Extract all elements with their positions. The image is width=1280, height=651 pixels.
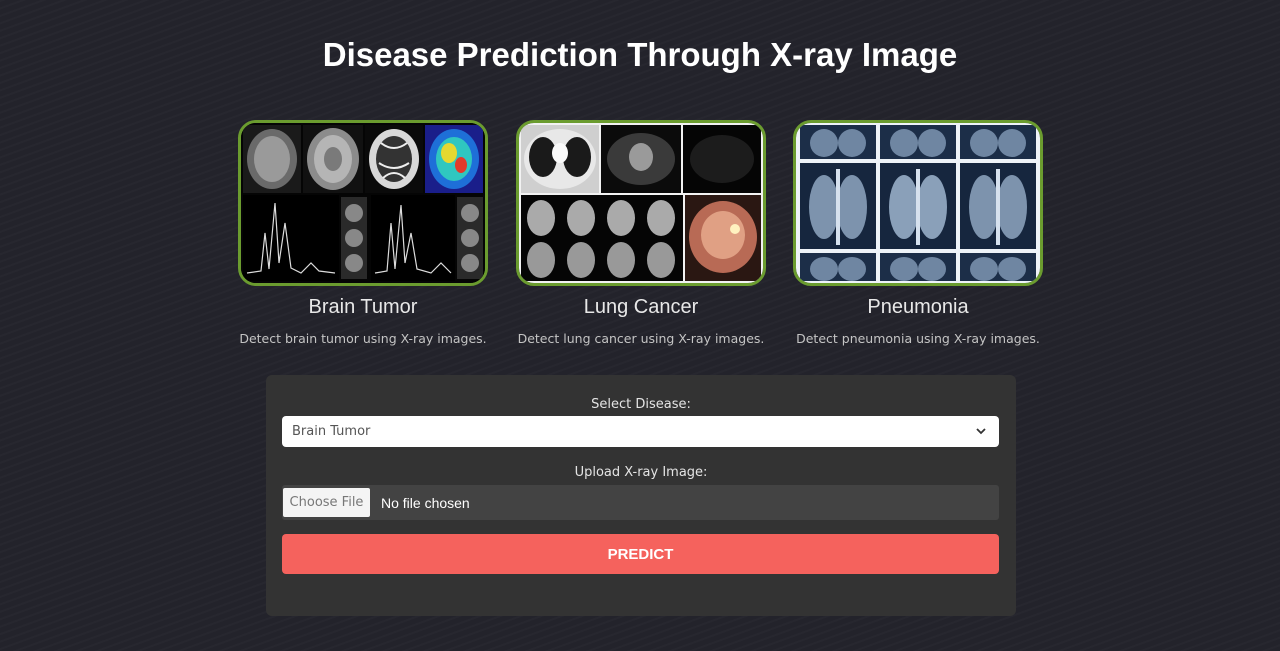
lung-cancer-image bbox=[516, 120, 766, 286]
card-description: Detect lung cancer using X-ray images. bbox=[517, 331, 765, 346]
brain-tumor-image bbox=[238, 120, 488, 286]
chevron-down-icon bbox=[975, 425, 987, 441]
predict-button[interactable]: PREDICT bbox=[282, 534, 999, 574]
card-description: Detect pneumonia using X-ray images. bbox=[796, 331, 1040, 346]
upload-image-label: Upload X-ray Image: bbox=[574, 465, 708, 480]
card-title: Pneumonia bbox=[867, 296, 969, 318]
card-description: Detect brain tumor using X-ray images. bbox=[239, 331, 487, 346]
card-title: Lung Cancer bbox=[583, 296, 699, 318]
card-title: Brain Tumor bbox=[308, 296, 418, 318]
card-pneumonia[interactable]: Pneumonia Detect pneumonia using X-ray i… bbox=[793, 120, 1043, 346]
file-upload-input[interactable]: Choose File No file chosen bbox=[282, 485, 999, 520]
disease-select[interactable]: Brain Tumor bbox=[282, 416, 999, 447]
file-status-text: No file chosen bbox=[381, 495, 470, 511]
selected-disease-value: Brain Tumor bbox=[292, 424, 371, 439]
choose-file-button[interactable]: Choose File bbox=[283, 488, 370, 517]
prediction-form: Select Disease: Brain Tumor Upload X-ray… bbox=[266, 375, 1016, 616]
pneumonia-image bbox=[793, 120, 1043, 286]
page-title: Disease Prediction Through X-ray Image bbox=[322, 36, 958, 73]
card-brain-tumor[interactable]: Brain Tumor Detect brain tumor using X-r… bbox=[238, 120, 488, 346]
select-disease-label: Select Disease: bbox=[591, 397, 691, 412]
card-lung-cancer[interactable]: Lung Cancer Detect lung cancer using X-r… bbox=[516, 120, 766, 346]
